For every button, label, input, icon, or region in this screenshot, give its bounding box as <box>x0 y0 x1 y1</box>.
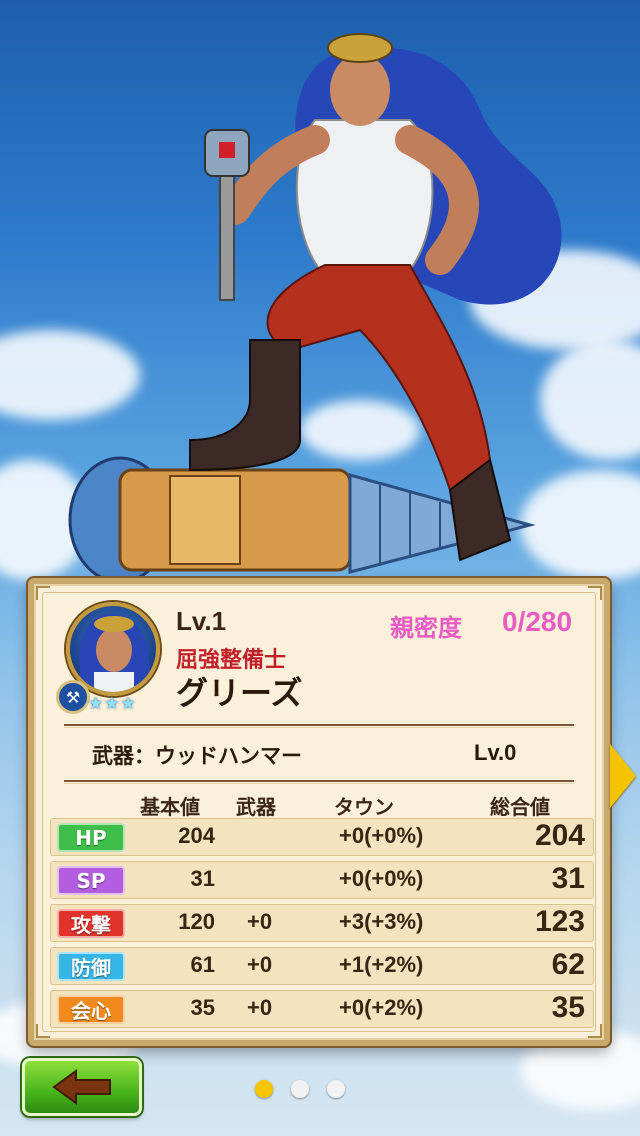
stat-row-attack: 攻撃 120 +0 +3(+3%) 123 <box>50 904 594 942</box>
stat-town: +3(+3%) <box>339 909 424 934</box>
character-level: Lv.1 <box>176 606 227 636</box>
divider <box>64 780 574 784</box>
stat-label: 会心 <box>57 995 125 1024</box>
header-town: タウン <box>334 795 394 819</box>
character-illustration <box>68 33 562 584</box>
stat-base: 35 <box>190 995 215 1020</box>
stat-label: 防御 <box>57 952 125 981</box>
stat-row-sp: SP 31 +0(+0%) 31 <box>50 861 594 899</box>
stat-town: +1(+2%) <box>339 952 424 977</box>
stat-label: HP <box>57 823 125 852</box>
star-icon: ★ <box>88 694 104 714</box>
stat-town: +0(+0%) <box>339 823 424 848</box>
star-icon: ★ <box>120 694 136 714</box>
stat-row-critical: 会心 35 +0 +0(+2%) 35 <box>50 990 594 1028</box>
stat-label: 攻撃 <box>57 909 125 938</box>
header-weapon: 武器 <box>236 795 276 819</box>
chevron-right-icon[interactable] <box>610 744 636 808</box>
stat-row-hp: HP 204 +0(+0%) 204 <box>50 818 594 856</box>
weapon-name: 武器：ウッドハンマー <box>92 744 302 768</box>
stat-label: SP <box>57 866 125 895</box>
hammer-icon: ⚒ <box>56 680 90 714</box>
header-total: 総合値 <box>490 795 550 819</box>
stat-base: 31 <box>190 866 215 891</box>
character-name: グリーズ <box>176 674 303 712</box>
stat-weapon: +0 <box>247 909 273 934</box>
page-dot-active[interactable] <box>255 1080 273 1098</box>
rarity-stars: ★ ★ ★ <box>88 696 136 713</box>
stat-town: +0(+2%) <box>339 995 424 1020</box>
page-indicator <box>255 1080 345 1098</box>
page-dot[interactable] <box>327 1080 345 1098</box>
affinity-value: 0/280 <box>502 606 573 637</box>
affinity-label: 親密度 <box>390 614 462 642</box>
stat-total: 35 <box>551 991 585 1024</box>
stat-total: 62 <box>551 948 585 981</box>
back-button[interactable] <box>22 1058 142 1116</box>
stat-base: 204 <box>178 823 215 848</box>
star-icon: ★ <box>104 694 120 714</box>
arrow-left-icon <box>52 1069 111 1105</box>
stat-row-defense: 防御 61 +0 +1(+2%) 62 <box>50 947 594 985</box>
divider <box>64 724 574 728</box>
stat-weapon: +0 <box>247 995 273 1020</box>
weapon-level: Lv.0 <box>474 740 517 765</box>
stat-total: 123 <box>534 905 585 938</box>
page-dot[interactable] <box>291 1080 309 1098</box>
stat-total: 204 <box>534 819 585 852</box>
character-status-panel: ⚒ ★ ★ ★ Lv.1 屈強整備士 グリーズ 親密度 0/280 武器：ウッド… <box>28 578 610 1046</box>
stat-base: 120 <box>178 909 215 934</box>
stat-base: 61 <box>190 952 215 977</box>
header-base: 基本値 <box>140 795 200 819</box>
stat-town: +0(+0%) <box>339 866 424 891</box>
stat-total: 31 <box>551 862 585 895</box>
stat-weapon: +0 <box>247 952 273 977</box>
